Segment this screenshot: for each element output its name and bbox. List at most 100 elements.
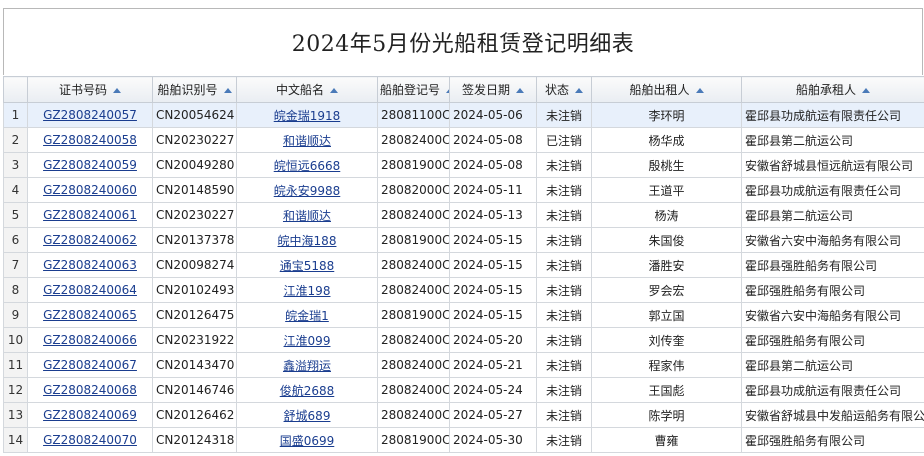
lessee-cell: 安徽省舒城县恒远航运有限公司 <box>741 152 924 178</box>
table-row[interactable]: 4 GZ2808240060 CN20148590 皖永安9988 28082000C 2… <box>3 177 924 203</box>
cert-number-cell: GZ2808240070 <box>27 427 153 453</box>
cert-number-cell: GZ2808240064 <box>27 277 153 303</box>
cert-number-link[interactable]: GZ2808240061 <box>43 208 137 222</box>
lessee-cell: 安徽省六安中海船务有限公司 <box>741 302 924 328</box>
table-row[interactable]: 11 GZ2808240067 CN20143470 鑫溢翔运 28082400C 202… <box>3 352 924 378</box>
status-cell: 未注销 <box>536 327 592 353</box>
lessor-cell: 李环明 <box>591 102 742 128</box>
chinese-name-cell: 皖恒远6668 <box>236 152 378 178</box>
lessee-header[interactable]: 船舶承租人 <box>741 76 924 103</box>
chinese-name-link[interactable]: 江淮198 <box>284 284 331 298</box>
sort-ascending-icon[interactable] <box>330 88 338 93</box>
column-label: 状态 <box>544 83 569 97</box>
table-row[interactable]: 12 GZ2808240068 CN20146746 俊航2688 28082400C 2… <box>3 377 924 403</box>
table-row[interactable]: 1 GZ2808240057 CN20054624 皖金瑞1918 28081100C 2… <box>3 102 924 128</box>
column-label: 船舶出租人 <box>629 83 690 97</box>
reg-number-cell: 28082400C <box>377 377 450 403</box>
table-row[interactable]: 6 GZ2808240062 CN20137378 皖中海188 28081900C 20… <box>3 227 924 253</box>
table-row[interactable]: 5 GZ2808240061 CN20230227 和谐顺达 28082400C 2024… <box>3 202 924 228</box>
chinese-name-cell: 皖中海188 <box>236 227 378 253</box>
cert-number-link[interactable]: GZ2808240059 <box>43 158 137 172</box>
table-row[interactable]: 13 GZ2808240069 CN20126462 舒城689 28082400C 20… <box>3 402 924 428</box>
chinese-name-header[interactable]: 中文船名 <box>236 76 378 103</box>
chinese-name-cell: 俊航2688 <box>236 377 378 403</box>
status-cell: 已注销 <box>536 127 592 153</box>
reg-number-cell: 28082400C <box>377 352 450 378</box>
cert-number-link[interactable]: GZ2808240070 <box>43 433 137 447</box>
table-row[interactable]: 3 GZ2808240059 CN20049280 皖恒远6668 28081900C 2… <box>3 152 924 178</box>
sort-ascending-icon[interactable] <box>575 88 583 93</box>
cert-number-link[interactable]: GZ2808240062 <box>43 233 137 247</box>
reg-number-cell: 28082400C <box>377 327 450 353</box>
cert-number-cell: GZ2808240066 <box>27 327 153 353</box>
cert-number-link[interactable]: GZ2808240066 <box>43 333 137 347</box>
sort-ascending-icon[interactable] <box>446 88 449 93</box>
cert-number-link[interactable]: GZ2808240068 <box>43 383 137 397</box>
sort-ascending-icon[interactable] <box>862 88 870 93</box>
ship-ident-header[interactable]: 船舶识别号 <box>152 76 237 103</box>
reg-number-cell: 28082400C <box>377 402 450 428</box>
column-label: 证书号码 <box>58 83 107 97</box>
sort-ascending-icon[interactable] <box>223 88 232 93</box>
chinese-name-link[interactable]: 鑫溢翔运 <box>283 359 331 373</box>
status-cell: 未注销 <box>536 402 592 428</box>
table-row[interactable]: 9 GZ2808240065 CN20126475 皖金瑞1 28081900C 2024… <box>3 302 924 328</box>
chinese-name-link[interactable]: 皖中海188 <box>278 234 337 248</box>
table-row[interactable]: 2 GZ2808240058 CN20230227 和谐顺达 28082400C 2024… <box>3 127 924 153</box>
chinese-name-link[interactable]: 俊航2688 <box>280 384 335 398</box>
issue-date-cell: 2024-05-08 <box>449 127 537 153</box>
row-number-cell: 7 <box>3 252 28 278</box>
sort-ascending-icon[interactable] <box>113 88 121 93</box>
chinese-name-link[interactable]: 江淮099 <box>284 334 331 348</box>
lessee-cell: 霍邱县第二航运公司 <box>741 202 924 228</box>
lessee-cell: 霍邱县功成航运有限责任公司 <box>741 177 924 203</box>
table-row[interactable]: 8 GZ2808240064 CN20102493 江淮198 28082400C 202… <box>3 277 924 303</box>
row-number-cell: 11 <box>3 352 28 378</box>
chinese-name-link[interactable]: 皖永安9988 <box>274 184 341 198</box>
chinese-name-link[interactable]: 和谐顺达 <box>283 209 331 223</box>
sort-ascending-icon[interactable] <box>516 88 524 93</box>
status-cell: 未注销 <box>536 427 592 453</box>
row-number-cell: 13 <box>3 402 28 428</box>
cert-number-link[interactable]: GZ2808240065 <box>43 308 137 322</box>
lessee-cell: 霍邱县第二航运公司 <box>741 127 924 153</box>
ship-ident-cell: CN20231922 <box>152 327 237 353</box>
sort-ascending-icon[interactable] <box>695 88 704 93</box>
table-row[interactable]: 10 GZ2808240066 CN20231922 江淮099 28082400C 20… <box>3 327 924 353</box>
chinese-name-link[interactable]: 和谐顺达 <box>283 134 331 148</box>
status-header[interactable]: 状态 <box>536 76 592 103</box>
ship-ident-cell: CN20148590 <box>152 177 237 203</box>
cert-number-link[interactable]: GZ2808240064 <box>43 283 137 297</box>
lessee-cell: 霍邱县强胜船务有限公司 <box>741 252 924 278</box>
lessor-header[interactable]: 船舶出租人 <box>591 76 742 103</box>
cert-number-link[interactable]: GZ2808240063 <box>43 258 137 272</box>
lessee-cell: 安徽省六安中海船务有限公司 <box>741 227 924 253</box>
cert-number-link[interactable]: GZ2808240057 <box>43 108 137 122</box>
table-row[interactable]: 14 GZ2808240070 CN20124318 国盛0699 28081900C 2… <box>3 427 924 453</box>
lessee-cell: 霍邱县第二航运公司 <box>741 352 924 378</box>
chinese-name-link[interactable]: 国盛0699 <box>280 434 335 448</box>
ship-ident-cell: CN20137378 <box>152 227 237 253</box>
reg-number-header[interactable]: 船舶登记号 <box>377 76 450 103</box>
ship-ident-cell: CN20230227 <box>152 127 237 153</box>
cert-number-header[interactable]: 证书号码 <box>27 76 153 103</box>
chinese-name-link[interactable]: 通宝5188 <box>280 259 335 273</box>
chinese-name-link[interactable]: 皖金瑞1918 <box>274 109 341 123</box>
cert-number-link[interactable]: GZ2808240060 <box>43 183 137 197</box>
chinese-name-link[interactable]: 皖恒远6668 <box>274 159 341 173</box>
cert-number-link[interactable]: GZ2808240067 <box>43 358 137 372</box>
chinese-name-link[interactable]: 皖金瑞1 <box>285 309 329 323</box>
ship-ident-cell: CN20126475 <box>152 302 237 328</box>
chinese-name-cell: 江淮198 <box>236 277 378 303</box>
cert-number-link[interactable]: GZ2808240058 <box>43 133 137 147</box>
issue-date-header[interactable]: 签发日期 <box>449 76 537 103</box>
chinese-name-link[interactable]: 舒城689 <box>284 409 331 423</box>
reg-number-cell: 28081100C <box>377 102 450 128</box>
lessor-cell: 杨华成 <box>591 127 742 153</box>
status-cell: 未注销 <box>536 352 592 378</box>
lessor-cell: 陈学明 <box>591 402 742 428</box>
chinese-name-cell: 通宝5188 <box>236 252 378 278</box>
reg-number-cell: 28081900C <box>377 152 450 178</box>
table-row[interactable]: 7 GZ2808240063 CN20098274 通宝5188 28082400C 20… <box>3 252 924 278</box>
cert-number-link[interactable]: GZ2808240069 <box>43 408 137 422</box>
